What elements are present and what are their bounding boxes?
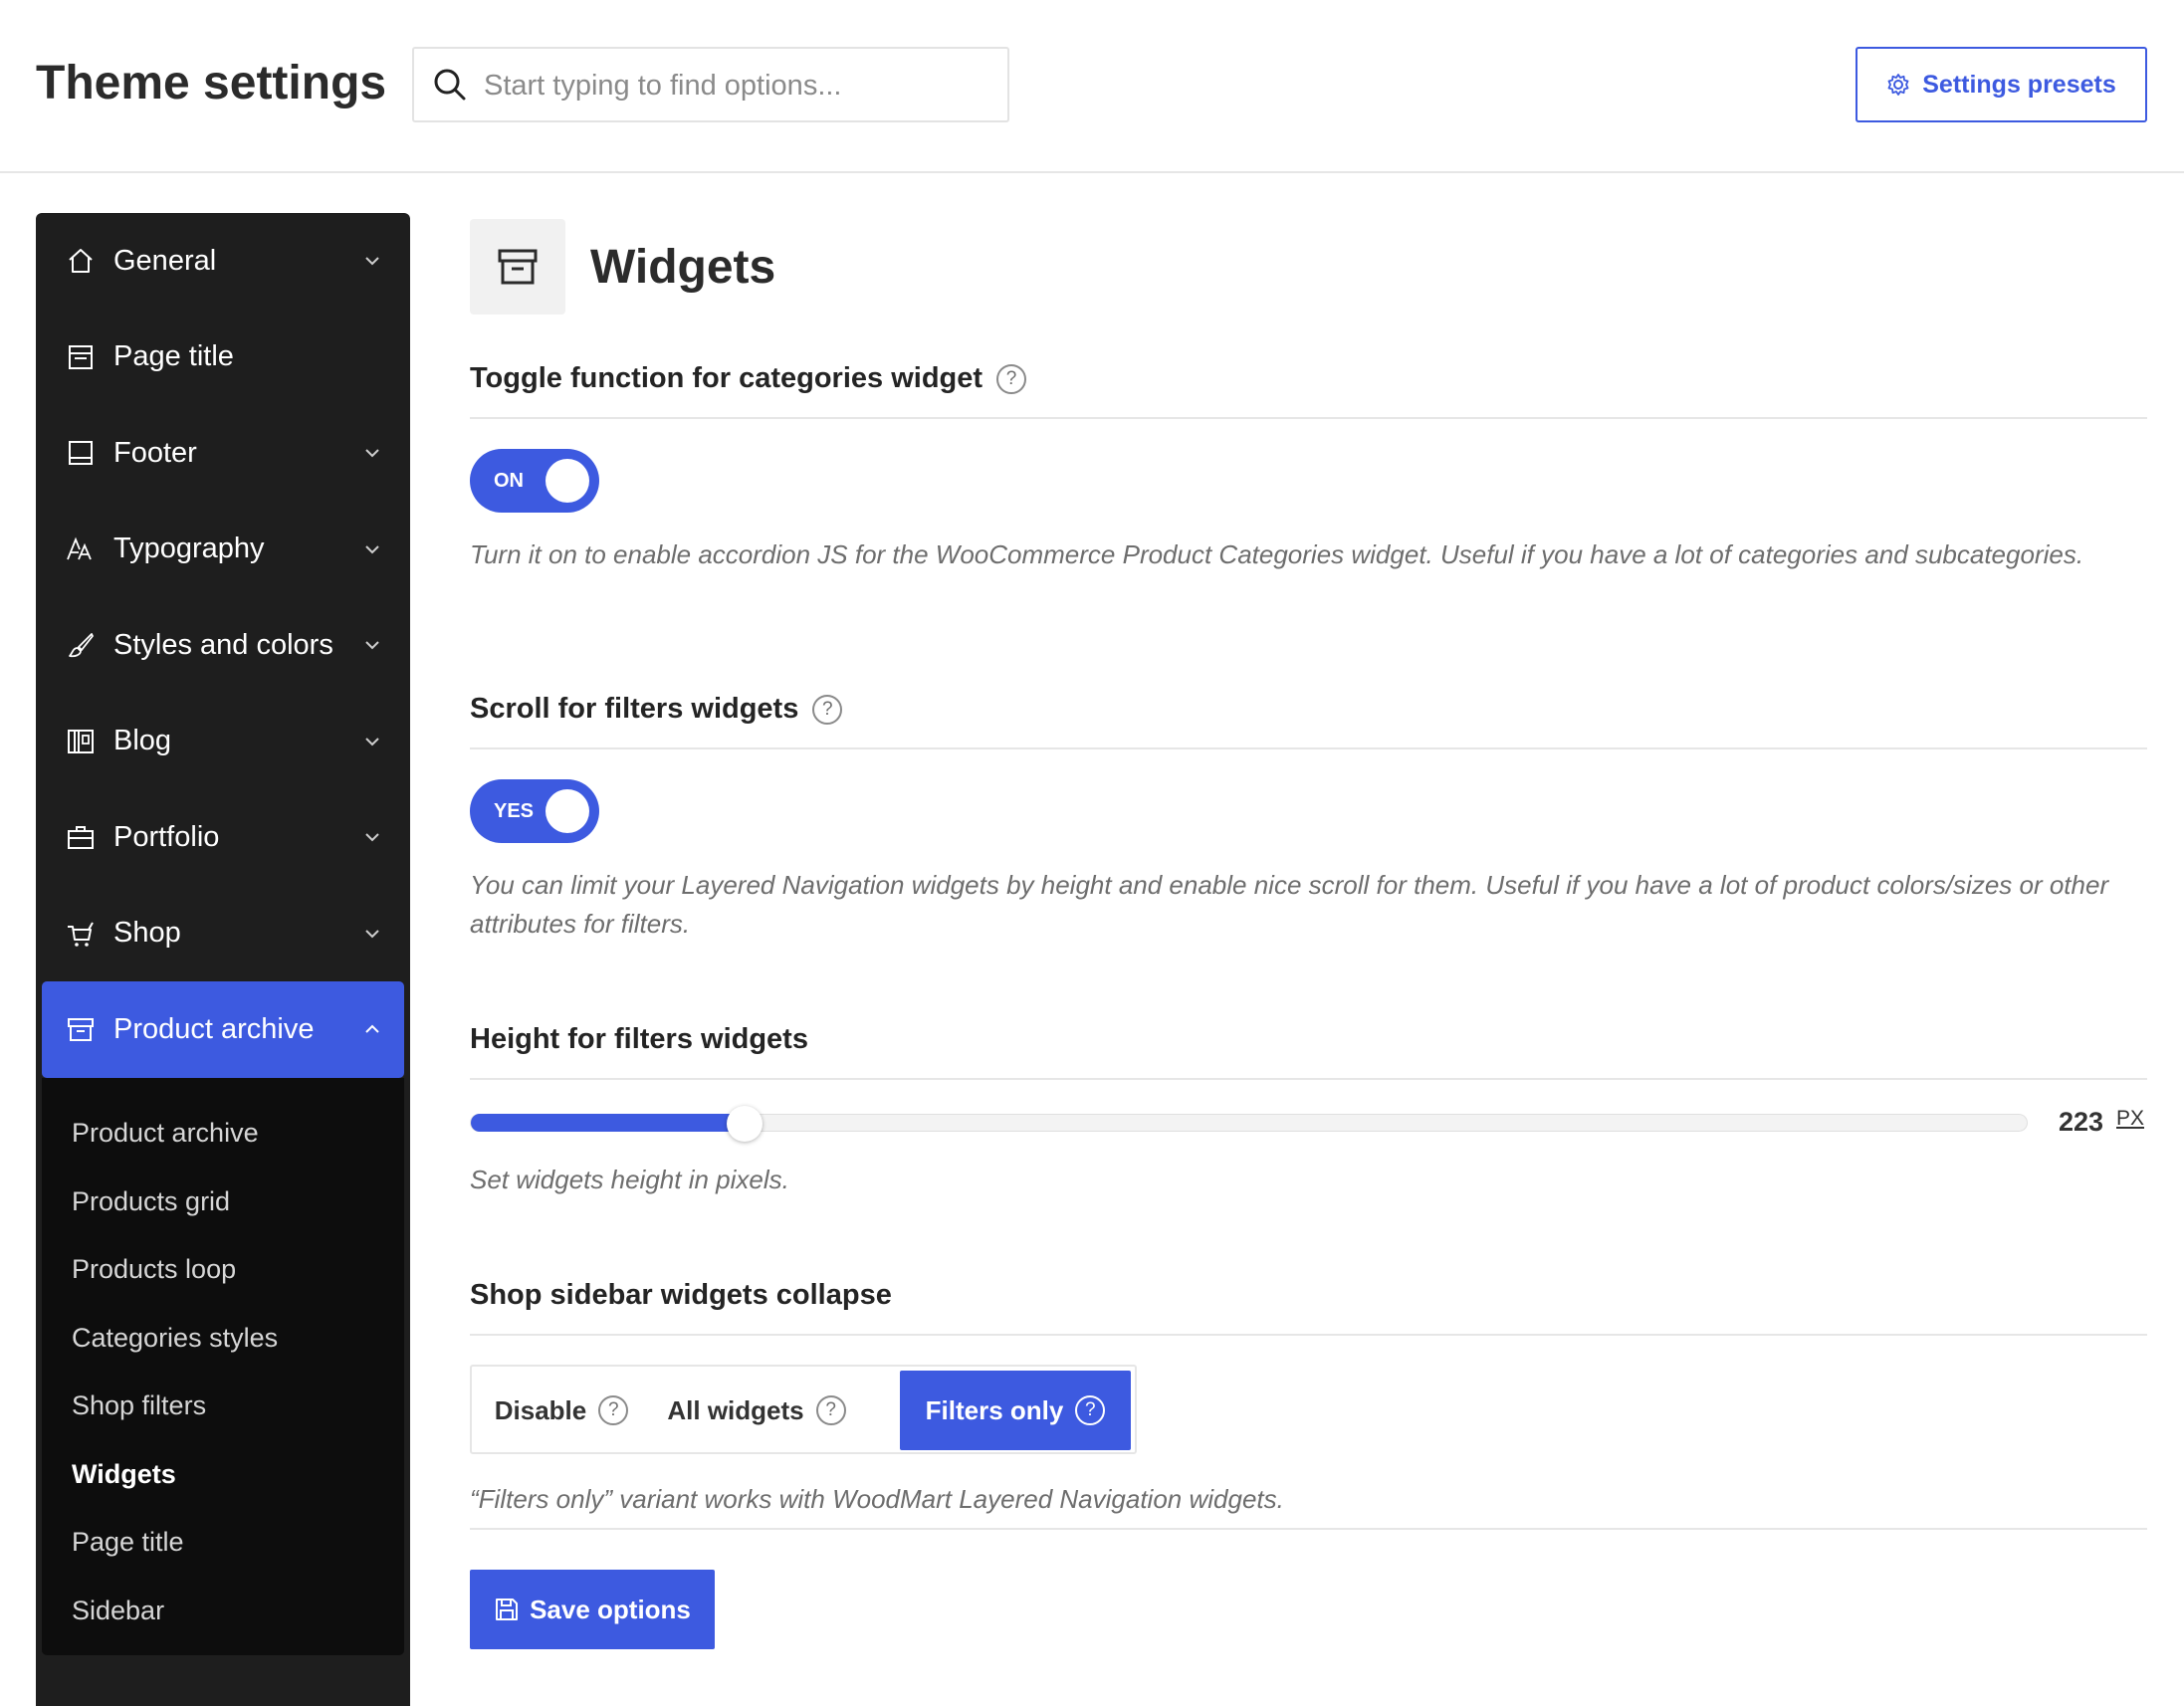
option-title-toggle-categories: Toggle function for categories widget ? [470,362,1027,395]
chevron-down-icon [365,738,379,746]
divider [470,1334,2147,1336]
collapse-segmented-control: Disable ? All widgets ? Filters only ? [470,1365,1137,1454]
height-slider-fill [471,1114,746,1132]
option-label: All widgets [667,1394,804,1425]
option-title-scroll-filters: Scroll for filters widgets ? [470,693,843,726]
option-label: Filters only [925,1394,1064,1425]
product-archive-submenu: Product archive Products grid Products l… [42,1077,404,1655]
sidebar-item-footer[interactable]: Footer [36,405,410,502]
scroll-filters-switch[interactable]: YES [470,779,599,843]
toggle-state-label: YES [494,800,535,822]
settings-presets-label: Settings presets [1922,70,2116,99]
section-title: Widgets [590,240,776,294]
sidebar-item-label: Footer [113,436,197,469]
submenu-item-products-grid[interactable]: Products grid [42,1168,404,1236]
divider [470,417,2147,419]
help-icon[interactable]: ? [812,694,843,725]
archive-icon [64,1012,98,1046]
sidebar-item-label: Typography [113,533,265,565]
toggle-categories-switch[interactable]: ON [470,449,599,513]
help-icon[interactable]: ? [1075,1395,1106,1425]
submenu-item-page-title[interactable]: Page title [42,1509,404,1578]
option-description: You can limit your Layered Navigation wi… [470,870,2109,939]
option-label: Height for filters widgets [470,1023,808,1055]
search-input[interactable] [484,61,991,110]
typography-icon [64,533,98,566]
sidebar-item-styles-colors[interactable]: Styles and colors [36,597,410,694]
help-icon[interactable]: ? [598,1395,629,1425]
submenu-item-product-archive[interactable]: Product archive [42,1100,404,1169]
option-description: Set widgets height in pixels. [470,1165,789,1194]
height-slider-track[interactable] [470,1106,2028,1142]
search-box[interactable] [412,47,1009,122]
top-header: Theme settings Settings presets [0,0,2184,173]
option-label: Disable [494,1394,587,1425]
divider [470,1078,2147,1080]
option-description: “Filters only” variant works with WoodMa… [470,1484,1284,1514]
chevron-up-icon [365,1024,379,1033]
briefcase-icon [64,820,98,854]
sidebar-item-general[interactable]: General [36,213,410,310]
sidebar-item-blog[interactable]: Blog [36,694,410,790]
section-header: Widgets [470,219,775,315]
gear-icon [1887,74,1909,96]
sidebar-item-typography[interactable]: Typography [36,502,410,598]
sidebar-item-label: Blog [113,725,172,757]
sidebar-item-label: Page title [113,340,234,373]
help-icon[interactable]: ? [996,363,1027,394]
height-slider-thumb[interactable] [727,1106,764,1142]
option-title-height-filters: Height for filters widgets [470,1023,808,1056]
collapse-option-all-widgets[interactable]: All widgets ? [647,1371,866,1450]
archive-icon [470,219,565,315]
option-title-sidebar-collapse: Shop sidebar widgets collapse [470,1279,892,1312]
chevron-down-icon [365,833,379,842]
height-unit-link[interactable]: PX [2116,1107,2144,1131]
settings-presets-button[interactable]: Settings presets [1856,47,2147,122]
cart-icon [64,917,98,951]
submenu-item-categories-styles[interactable]: Categories styles [42,1304,404,1373]
height-value: 223 [2059,1107,2104,1137]
toggle-state-label: ON [494,470,524,492]
help-icon[interactable]: ? [815,1395,846,1425]
sidebar-item-page-title[interactable]: Page title [36,310,410,406]
sidebar-item-label: General [113,244,217,277]
blog-icon [64,725,98,758]
option-label: Toggle function for categories widget [470,362,983,394]
home-icon [64,244,98,278]
chevron-down-icon [365,257,379,266]
settings-sidebar: General Page title Footer Typography Sty… [36,213,410,1706]
chevron-down-icon [365,545,379,554]
save-options-button[interactable]: Save options [470,1570,715,1649]
footer-icon [64,436,98,470]
sidebar-item-label: Portfolio [113,820,220,853]
sidebar-item-label: Styles and colors [113,628,333,661]
divider [470,747,2147,749]
search-icon [434,69,466,101]
chevron-down-icon [365,930,379,939]
save-icon [496,1599,519,1620]
submenu-item-sidebar[interactable]: Sidebar [42,1577,404,1645]
submenu-item-products-loop[interactable]: Products loop [42,1236,404,1305]
save-options-label: Save options [530,1594,691,1624]
option-label: Scroll for filters widgets [470,693,799,725]
collapse-option-disable[interactable]: Disable ? [476,1371,647,1450]
sidebar-item-label: Shop [113,917,181,950]
sidebar-item-label: Product archive [113,1012,315,1045]
collapse-option-filters-only[interactable]: Filters only ? [900,1371,1131,1450]
sidebar-item-product-archive[interactable]: Product archive [42,981,404,1078]
page-title: Theme settings [36,57,387,109]
divider [470,1528,2147,1530]
submenu-item-widgets[interactable]: Widgets [42,1440,404,1509]
option-label: Shop sidebar widgets collapse [470,1279,892,1311]
sidebar-item-shop[interactable]: Shop [36,886,410,982]
submenu-item-shop-filters[interactable]: Shop filters [42,1373,404,1441]
brush-icon [64,628,98,662]
page-title-icon [64,340,98,374]
sidebar-item-portfolio[interactable]: Portfolio [36,789,410,886]
option-description: Turn it on to enable accordion JS for th… [470,539,2084,569]
toggle-knob [546,459,589,503]
chevron-down-icon [365,641,379,650]
chevron-down-icon [365,449,379,458]
toggle-knob [546,789,589,833]
